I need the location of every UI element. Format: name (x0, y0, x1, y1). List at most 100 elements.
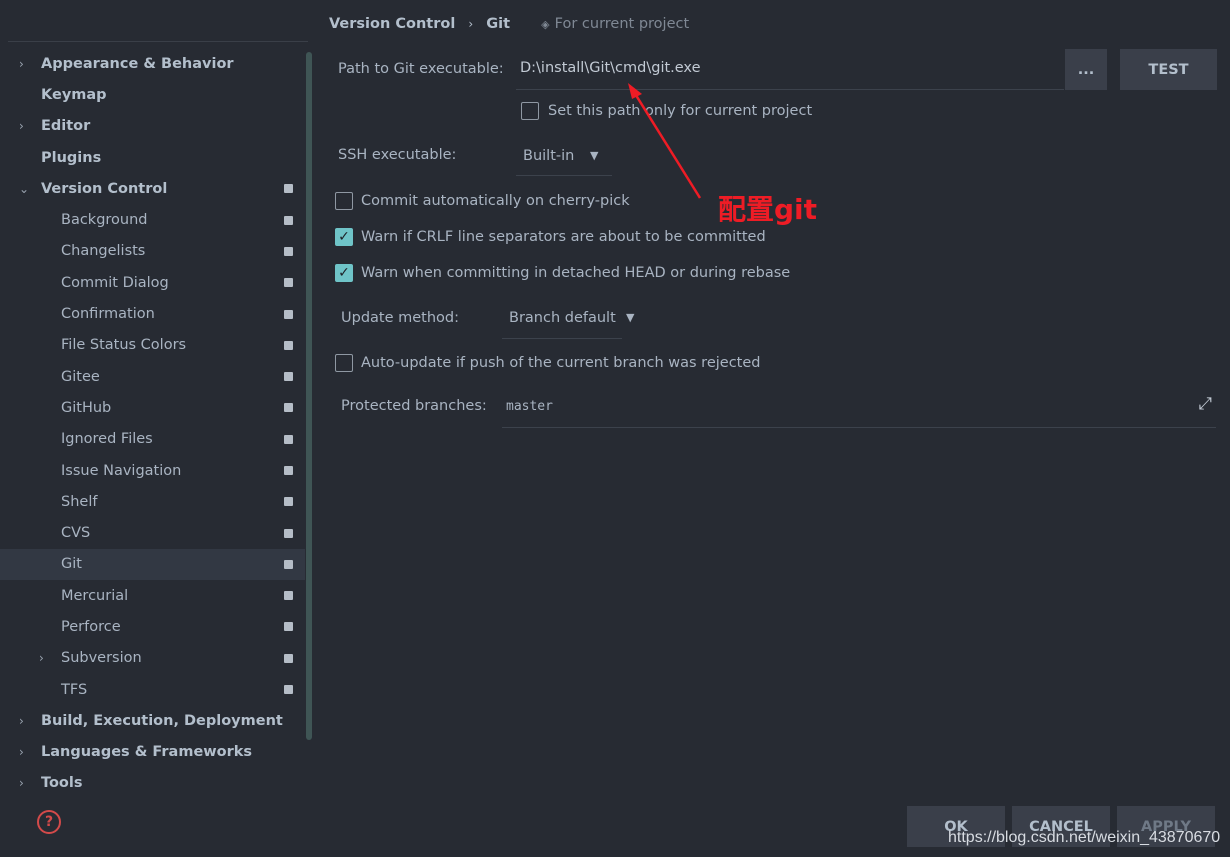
sidebar-item-background[interactable]: Background (0, 204, 305, 235)
protected-branches-value: master (506, 399, 553, 414)
watermark: https://blog.csdn.net/weixin_43870670 (948, 829, 1221, 846)
project-settings-icon (284, 591, 293, 601)
ssh-dropdown[interactable]: Built-in ▼ (516, 138, 612, 176)
sidebar-item-label: Shelf (61, 493, 98, 510)
git-settings-panel: Version Control › Git ◈ For current proj… (316, 0, 1230, 857)
auto-update-checkbox[interactable] (335, 354, 353, 372)
chevron-down-icon: ▼ (626, 311, 635, 324)
chevron-right-icon[interactable]: › (19, 776, 24, 790)
sidebar-item-cvs[interactable]: CVS (0, 517, 305, 548)
sidebar-item-perforce[interactable]: Perforce (0, 611, 305, 642)
sidebar-item-label: TFS (61, 681, 88, 698)
browse-button[interactable]: ... (1065, 49, 1107, 90)
divider (8, 41, 308, 42)
project-settings-icon (284, 497, 293, 507)
detached-head-label: Warn when committing in detached HEAD or… (361, 265, 791, 281)
project-settings-icon (284, 466, 293, 475)
git-path-label: Path to Git executable: (338, 61, 504, 77)
crlf-checkbox[interactable]: ✓ (335, 228, 353, 246)
sidebar-item-editor[interactable]: › Editor (0, 111, 305, 142)
settings-sidebar: › Appearance & Behavior Keymap › Editor Plugi… (0, 0, 316, 857)
breadcrumb: Version Control › Git ◈ For current proj… (329, 16, 689, 32)
cherry-pick-label: Commit automatically on cherry-pick (361, 193, 630, 209)
sidebar-item-plugins[interactable]: Plugins (0, 142, 305, 173)
sidebar-item-appearance-behavior[interactable]: › Appearance & Behavior (0, 48, 305, 79)
chevron-right-icon[interactable]: › (19, 57, 24, 71)
chevron-right-icon[interactable]: › (39, 651, 44, 665)
sidebar-item-github[interactable]: GitHub (0, 392, 305, 423)
sidebar-item-gitee[interactable]: Gitee (0, 361, 305, 392)
sidebar-item-label: Confirmation (61, 306, 155, 323)
sidebar-item-label: GitHub (61, 399, 112, 416)
current-project-checkbox[interactable] (521, 102, 539, 120)
expand-icon[interactable]: ⤢ (1198, 394, 1212, 414)
sidebar-item-label: Languages & Frameworks (41, 744, 253, 761)
sidebar-item-label: Tools (41, 775, 83, 792)
chevron-down-icon[interactable]: ⌄ (19, 182, 29, 196)
protected-branches-input[interactable]: master ⤢ (502, 388, 1216, 428)
sidebar-item-label: Ignored Files (61, 431, 153, 448)
chevron-right-icon[interactable]: › (19, 745, 24, 759)
sidebar-item-label: Subversion (61, 650, 142, 667)
sidebar-item-file-status-colors[interactable]: File Status Colors (0, 330, 305, 361)
project-settings-icon (284, 653, 293, 663)
project-settings-icon (284, 340, 293, 350)
breadcrumb-parent[interactable]: Version Control (329, 16, 455, 32)
project-settings-icon (284, 309, 293, 319)
project-settings-icon (284, 278, 293, 288)
sidebar-item-issue-navigation[interactable]: Issue Navigation (0, 455, 305, 486)
breadcrumb-separator: › (468, 17, 474, 31)
sidebar-item-version-control[interactable]: ⌄ Version Control (0, 173, 305, 204)
sidebar-item-label: Background (61, 212, 148, 229)
sidebar-item-label: Build, Execution, Deployment (41, 712, 283, 729)
chevron-down-icon: ▼ (590, 149, 599, 162)
update-method-dropdown[interactable]: Branch default ▼ (502, 300, 634, 339)
project-settings-icon (284, 246, 293, 256)
cherry-pick-checkbox[interactable] (335, 192, 353, 210)
sidebar-item-tools[interactable]: › Tools (0, 768, 305, 799)
sidebar-item-label: CVS (61, 525, 91, 542)
sidebar-item-mercurial[interactable]: Mercurial (0, 580, 305, 611)
test-button[interactable]: TEST (1120, 49, 1217, 90)
sidebar-item-label: Issue Navigation (61, 462, 182, 479)
breadcrumb-current: Git (486, 16, 511, 32)
sidebar-item-languages-frameworks[interactable]: › Languages & Frameworks (0, 737, 305, 768)
sidebar-item-git[interactable]: Git (0, 548, 305, 581)
sidebar-item-commit-dialog[interactable]: Commit Dialog (0, 267, 305, 298)
settings-tree: › Appearance & Behavior Keymap › Editor Plugi… (0, 48, 305, 799)
protected-branches-label: Protected branches: (341, 398, 487, 414)
sidebar-item-label: Appearance & Behavior (41, 55, 234, 72)
question-circle-icon[interactable]: ? (37, 810, 61, 834)
chevron-right-icon[interactable]: › (19, 119, 24, 133)
sidebar-item-label: Version Control (41, 180, 168, 197)
sidebar-item-changelists[interactable]: Changelists (0, 236, 305, 267)
sidebar-item-confirmation[interactable]: Confirmation (0, 298, 305, 329)
ssh-value: Built-in (523, 148, 575, 164)
sidebar-item-keymap[interactable]: Keymap (0, 79, 305, 110)
detached-head-checkbox[interactable]: ✓ (335, 264, 353, 282)
chevron-right-icon[interactable]: › (19, 714, 24, 728)
sidebar-item-label: Editor (41, 118, 91, 135)
crlf-label: Warn if CRLF line separators are about t… (361, 229, 766, 245)
sidebar-item-label: Keymap (41, 86, 107, 103)
sidebar-item-label: Plugins (41, 149, 102, 166)
update-method-value: Branch default (509, 310, 616, 326)
sidebar-item-label: Mercurial (61, 587, 129, 604)
git-path-input[interactable]: D:\install\Git\cmd\git.exe (516, 48, 1064, 90)
project-settings-icon (284, 685, 293, 695)
sidebar-item-label: File Status Colors (61, 337, 187, 354)
sidebar-item-build-execution-deployment[interactable]: › Build, Execution, Deployment (0, 705, 305, 736)
sidebar-item-ignored-files[interactable]: Ignored Files (0, 424, 305, 455)
sidebar-item-label: Commit Dialog (61, 274, 169, 291)
project-settings-icon (284, 215, 293, 225)
project-settings-icon (284, 622, 293, 632)
sidebar-item-label: Git (61, 556, 82, 573)
project-settings-icon (284, 528, 293, 538)
sidebar-scrollbar[interactable] (306, 52, 312, 740)
sidebar-item-shelf[interactable]: Shelf (0, 486, 305, 517)
sidebar-item-subversion[interactable]: › Subversion (0, 643, 305, 674)
sidebar-item-tfs[interactable]: TFS (0, 674, 305, 705)
auto-update-label: Auto-update if push of the current branc… (361, 355, 761, 371)
sidebar-item-label: Perforce (61, 618, 121, 635)
project-settings-icon (284, 372, 293, 382)
